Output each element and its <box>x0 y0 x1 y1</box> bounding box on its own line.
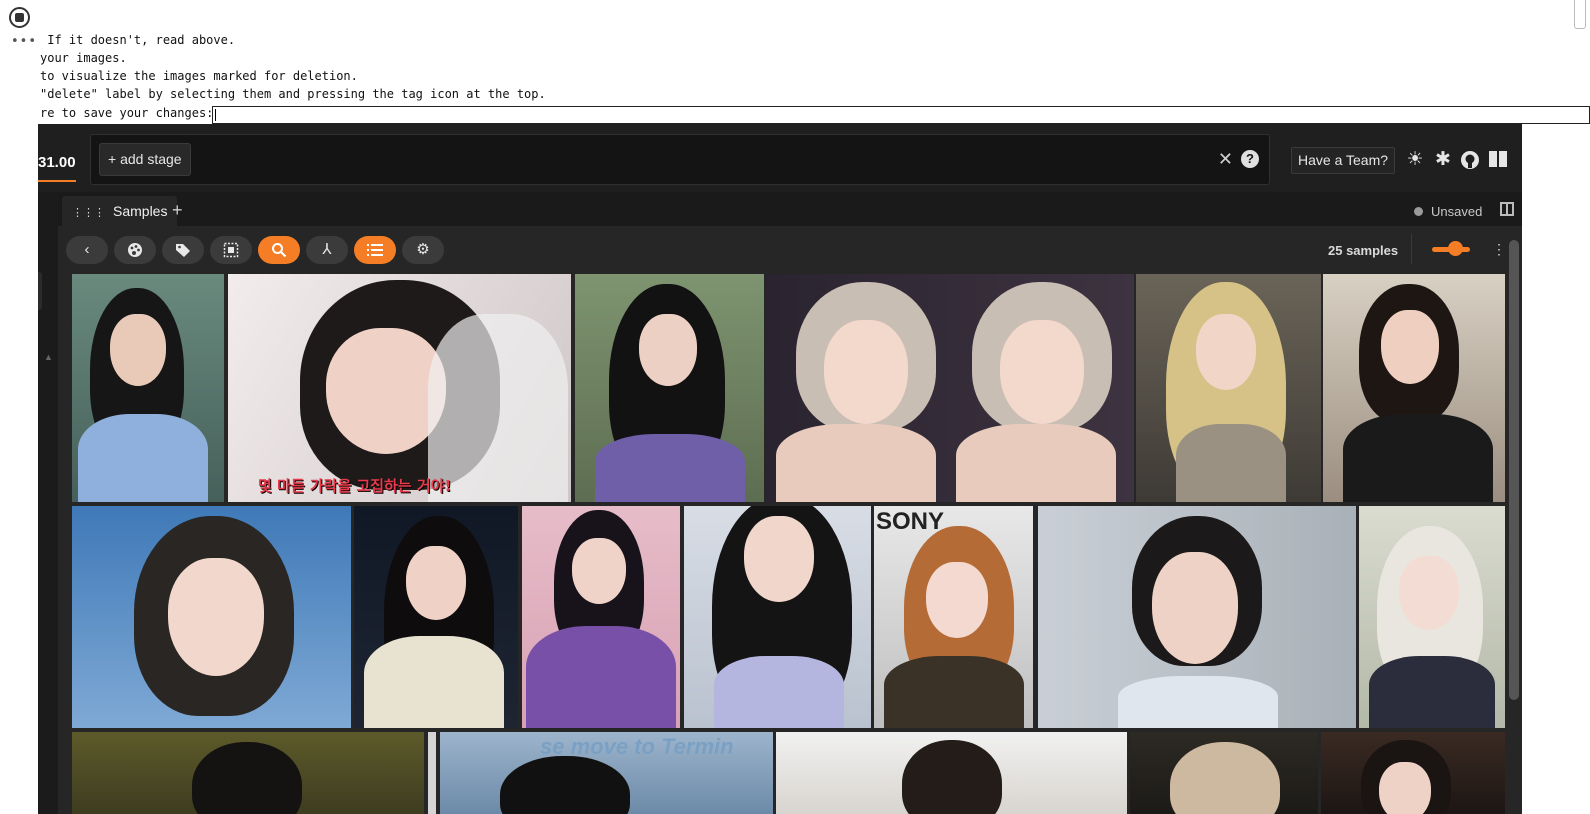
save-changes-input[interactable] <box>212 106 1590 124</box>
back-icon[interactable]: ‹ <box>66 236 108 264</box>
select-icon[interactable] <box>210 236 252 264</box>
help-icon[interactable]: ? <box>1241 150 1259 168</box>
gallery-image[interactable] <box>1323 274 1505 502</box>
image-watermark: SONY <box>876 508 945 535</box>
collapse-arrow-icon[interactable]: ▲ <box>44 352 53 362</box>
gallery-image[interactable] <box>522 506 680 728</box>
merge-icon[interactable]: ⅄ <box>306 236 348 264</box>
version-underline <box>38 180 76 182</box>
output-line-2: your images. <box>40 51 127 65</box>
settings-icon[interactable]: ⚙ <box>402 236 444 264</box>
gallery-image[interactable]: se move to Termin <box>440 732 773 814</box>
unsaved-status-dot <box>1414 207 1423 216</box>
image-gallery: 몇 마듣 가락을 고집하는 거야! SONY se move to Termin <box>72 274 1506 814</box>
clear-x-icon[interactable]: ✕ <box>1218 149 1233 169</box>
samples-count: 25 samples <box>1328 243 1399 258</box>
app-header: 31.00 + add stage ✕ ? Have a Team? ☀ ✱ <box>38 124 1522 192</box>
gallery-image[interactable] <box>354 506 518 728</box>
output-line-3: to visualize the images marked for delet… <box>40 69 358 83</box>
tab-samples[interactable]: ⋮⋮⋮ Samples <box>62 196 178 226</box>
gallery-image[interactable] <box>72 506 351 728</box>
search-icon[interactable] <box>258 236 300 264</box>
gallery-image[interactable] <box>776 732 1127 814</box>
gallery-image[interactable] <box>684 506 871 728</box>
output-line-5: re to save your changes: <box>40 106 214 120</box>
gallery-image[interactable] <box>1130 732 1318 814</box>
tag-icon[interactable] <box>162 236 204 264</box>
unsaved-status: Unsaved <box>1431 204 1483 219</box>
fiftyone-app: 31.00 + add stage ✕ ? Have a Team? ☀ ✱ ▲… <box>38 124 1522 814</box>
text-caret <box>215 109 216 121</box>
image-caption: 몇 마듣 가락을 고집하는 거야! <box>258 477 452 495</box>
gallery-image[interactable]: SONY <box>874 506 1033 728</box>
gallery-image[interactable] <box>1136 274 1321 502</box>
gallery-image[interactable] <box>428 732 436 814</box>
have-a-team-button[interactable]: Have a Team? <box>1291 147 1396 174</box>
add-stage-button[interactable]: + add stage <box>99 143 191 176</box>
app-version: 31.00 <box>38 154 76 171</box>
output-line-4: "delete" label by selecting them and pre… <box>40 87 546 101</box>
split-layout-icon[interactable] <box>1500 202 1514 216</box>
gallery-image[interactable] <box>1359 506 1505 728</box>
tab-bar: ⋮⋮⋮ Samples + Unsaved <box>58 196 1522 226</box>
cell-run-icon[interactable] <box>9 7 30 28</box>
zoom-slider-handle[interactable] <box>1448 241 1463 256</box>
gallery-image[interactable] <box>1321 732 1505 814</box>
grid-icon: ⋮⋮⋮ <box>72 207 105 219</box>
book-icon[interactable] <box>1487 150 1509 173</box>
gallery-image[interactable]: 몇 마듣 가락을 고집하는 거야! <box>228 274 571 502</box>
sidebar-handle[interactable] <box>38 272 42 310</box>
sidebar-rail: ▲ <box>38 192 58 814</box>
add-tab-icon[interactable]: + <box>172 200 183 220</box>
samples-panel: ‹ ⅄ ⚙ 25 samples ⋮⋮⋮ <box>58 226 1522 814</box>
cell-more-icon[interactable]: ••• <box>11 35 37 48</box>
output-line-1: If it doesn't, read above. <box>40 33 236 47</box>
list-icon[interactable] <box>354 236 396 264</box>
palette-icon[interactable] <box>114 236 156 264</box>
page-scrollbar[interactable] <box>1574 0 1586 29</box>
gallery-image[interactable] <box>1038 506 1356 728</box>
view-bar[interactable]: + add stage ✕ ? <box>90 134 1270 185</box>
sun-icon[interactable]: ☀ <box>1404 150 1426 170</box>
slack-icon[interactable]: ✱ <box>1432 150 1454 170</box>
tab-samples-label: Samples <box>113 203 168 219</box>
github-icon[interactable] <box>1459 150 1481 175</box>
gallery-image[interactable] <box>72 732 424 814</box>
toolbar-divider <box>1411 234 1412 264</box>
gallery-scrollbar[interactable] <box>1509 240 1519 700</box>
gallery-image[interactable] <box>72 274 224 502</box>
gallery-image[interactable] <box>575 274 764 502</box>
gallery-image[interactable] <box>766 274 1134 502</box>
